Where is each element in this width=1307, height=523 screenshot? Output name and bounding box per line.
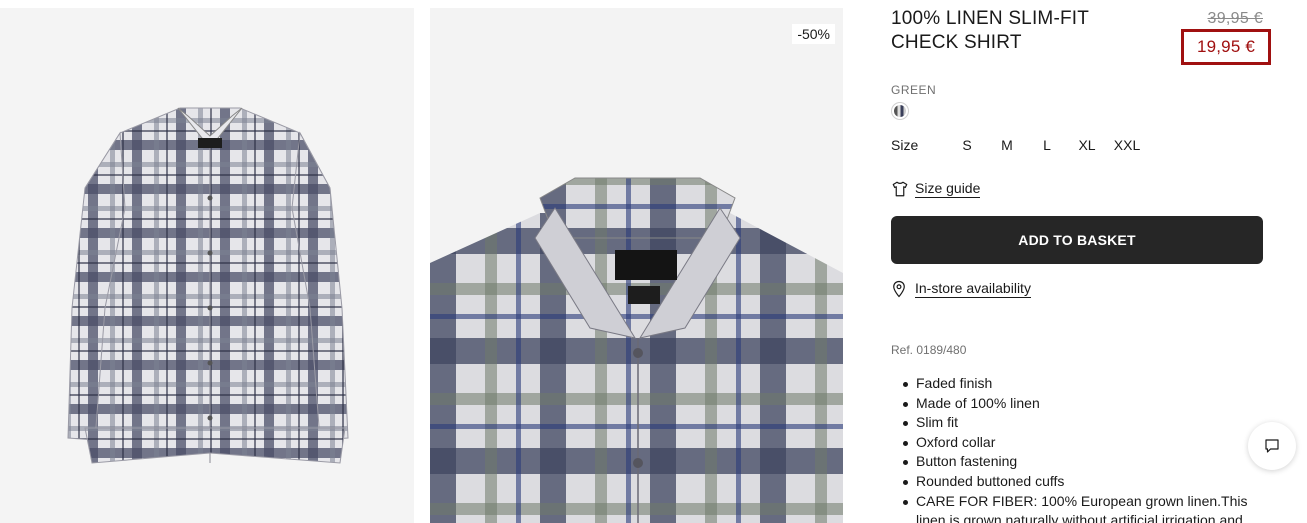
location-pin-icon [893, 280, 905, 298]
original-price: 39,95 € [1207, 10, 1263, 27]
color-swatch-green[interactable] [891, 102, 909, 120]
chat-bubble-icon [1265, 439, 1279, 453]
list-item: Oxford collar [903, 433, 1271, 453]
list-item: Faded finish [903, 374, 1271, 394]
product-reference: Ref. 0189/480 [891, 343, 967, 357]
list-item: Button fastening [903, 452, 1271, 472]
size-option-l[interactable]: L [1027, 137, 1067, 153]
discount-badge: -50% [792, 24, 835, 44]
add-to-basket-button[interactable]: ADD TO BASKET [891, 216, 1263, 264]
list-item: Rounded buttoned cuffs [903, 472, 1271, 492]
color-name: GREEN [891, 83, 937, 97]
list-item: Slim fit [903, 413, 1271, 433]
size-selector: Size S M L XL XXL [891, 137, 1147, 153]
size-option-xxl[interactable]: XXL [1107, 137, 1147, 153]
product-info-panel: 100% LINEN SLIM-FIT CHECK SHIRT 39,95 € … [891, 0, 1271, 523]
size-guide-label: Size guide [915, 180, 981, 198]
swatch-fill [894, 105, 906, 117]
chat-button[interactable] [1248, 422, 1296, 470]
size-option-m[interactable]: M [987, 137, 1027, 153]
list-item: Made of 100% linen [903, 394, 1271, 414]
shirt-front-image [0, 8, 414, 523]
list-item: CARE FOR FIBER: 100% European grown line… [903, 492, 1271, 523]
size-option-s[interactable]: S [947, 137, 987, 153]
size-label: Size [891, 137, 919, 153]
tshirt-icon [892, 181, 908, 197]
sale-price: 19,95 € [1181, 29, 1271, 65]
product-title: 100% LINEN SLIM-FIT CHECK SHIRT [891, 8, 1089, 53]
store-availability-label: In-store availability [915, 280, 1031, 298]
size-guide-link[interactable]: Size guide [891, 180, 981, 198]
product-image-front[interactable] [0, 8, 414, 523]
size-option-xl[interactable]: XL [1067, 137, 1107, 153]
product-image-detail[interactable]: -50% [430, 8, 843, 523]
shirt-collar-image [430, 8, 843, 523]
store-availability-link[interactable]: In-store availability [891, 280, 1031, 298]
feature-list: Faded finish Made of 100% linen Slim fit… [903, 374, 1271, 523]
